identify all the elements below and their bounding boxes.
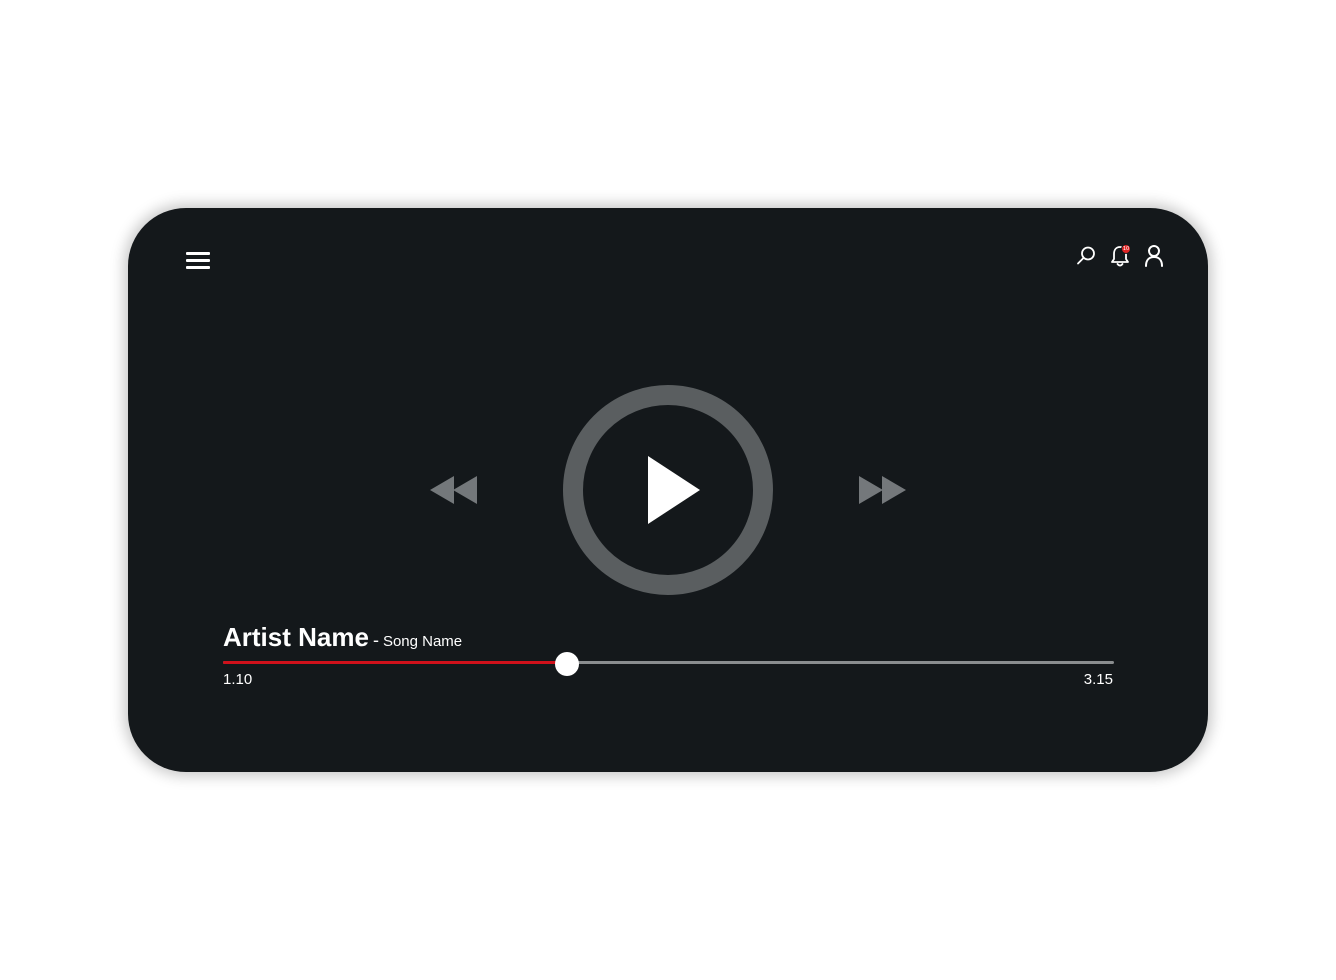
rewind-button[interactable] — [428, 472, 480, 508]
play-button[interactable] — [562, 384, 774, 596]
fast-forward-icon — [859, 476, 906, 504]
menu-button[interactable] — [178, 244, 218, 276]
menu-bar — [186, 266, 210, 269]
music-player: 10 Artist Name - Song Name 1.10 3.15 — [128, 208, 1208, 772]
artist-name: Artist Name — [223, 622, 369, 652]
play-icon — [563, 385, 773, 595]
notification-badge: 10 — [1121, 244, 1131, 254]
notifications-button[interactable]: 10 — [1106, 240, 1134, 272]
search-icon — [1077, 246, 1095, 265]
fast-forward-button[interactable] — [856, 472, 908, 508]
profile-button[interactable] — [1140, 240, 1168, 272]
title-separator: - — [372, 630, 379, 650]
progress-slider[interactable] — [223, 651, 1114, 676]
header-actions: 10 — [1072, 240, 1168, 272]
track-info: Artist Name - Song Name — [223, 622, 462, 653]
total-time: 3.15 — [1083, 671, 1113, 688]
menu-bar — [186, 259, 210, 262]
rewind-icon — [430, 476, 477, 504]
current-time: 1.10 — [223, 671, 253, 688]
progress-fill — [223, 661, 567, 664]
menu-bar — [186, 252, 210, 255]
song-name: Song Name — [382, 633, 463, 650]
user-icon — [1145, 245, 1163, 267]
search-button[interactable] — [1072, 240, 1100, 272]
progress-thumb[interactable] — [554, 652, 579, 676]
